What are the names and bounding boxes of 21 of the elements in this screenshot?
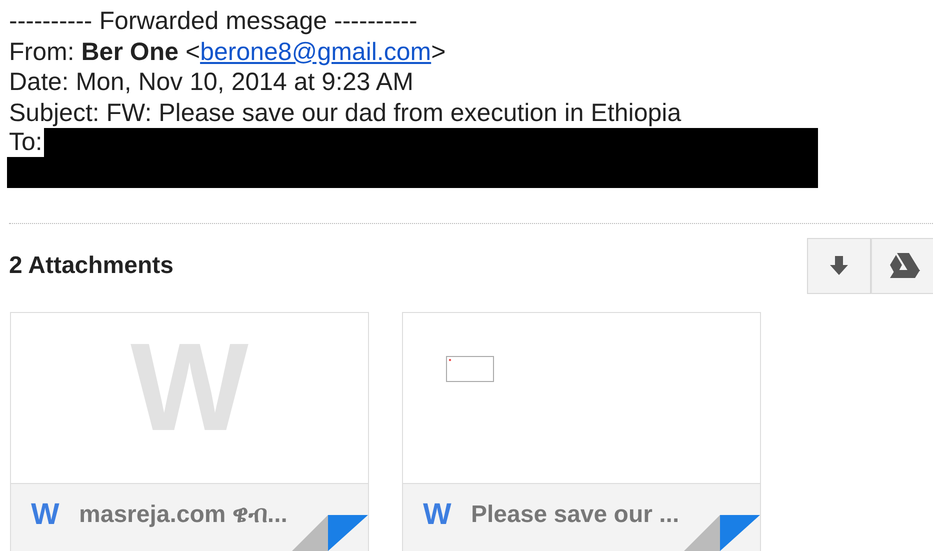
date-line: Date: Mon, Nov 10, 2014 at 9:23 AM bbox=[9, 67, 414, 98]
sender-email-link[interactable]: berone8@gmail.com bbox=[200, 38, 432, 66]
to-label: To: bbox=[7, 128, 44, 157]
attachment-name: Please save our ... bbox=[471, 500, 680, 528]
save-to-drive-button[interactable] bbox=[871, 238, 933, 294]
subject-line: Subject: FW: Please save our dad from execution in Ethiopia bbox=[9, 98, 682, 128]
word-doc-icon: W bbox=[423, 498, 471, 532]
download-icon bbox=[829, 255, 849, 277]
sender-name: Ber One bbox=[81, 38, 178, 66]
download-all-button[interactable] bbox=[807, 238, 871, 294]
angle-bracket: < bbox=[185, 38, 200, 66]
attachments-heading: 2 Attachments bbox=[9, 252, 174, 280]
attachment-card[interactable]: W Please save our ... bbox=[402, 312, 761, 551]
forwarded-line: ---------- Forwarded message ---------- bbox=[9, 6, 418, 36]
file-corner-icon bbox=[292, 515, 368, 551]
document-thumbnail bbox=[446, 356, 494, 382]
word-doc-icon: W bbox=[31, 498, 79, 532]
from-label: From: bbox=[9, 38, 74, 66]
attachment-name: masreja.com ዌብ... bbox=[79, 500, 288, 528]
file-corner-icon bbox=[684, 515, 760, 551]
angle-bracket: > bbox=[431, 38, 446, 66]
